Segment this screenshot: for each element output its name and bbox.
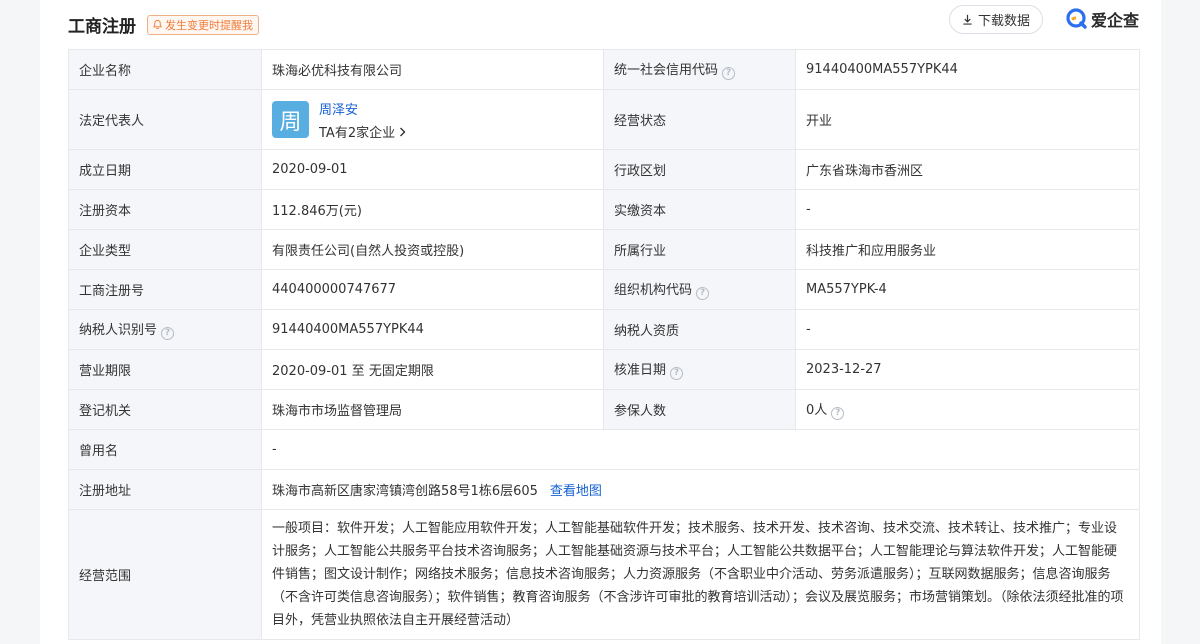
section-title: 工商注册 [68, 17, 136, 37]
table-row: 纳税人识别号? 91440400MA557YPK44 纳税人资质 - [68, 309, 1140, 350]
field-label: 行政区划 [603, 149, 796, 190]
table-row: 企业类型 有限责任公司(自然人投资或控股) 所属行业 科技推广和应用服务业 [68, 229, 1140, 270]
section-header: 工商注册 发生变更时提醒我 下载数据 爱企查 [68, 0, 1139, 49]
field-label: 经营状态 [603, 89, 796, 150]
legal-rep-companies-link[interactable]: TA有2家企业 [319, 122, 406, 141]
aiqicha-logo-icon [1066, 8, 1087, 29]
legal-rep-name-link[interactable]: 周泽安 [319, 99, 406, 118]
table-row: 登记机关 珠海市市场监督管理局 参保人数 0人? [68, 389, 1140, 430]
field-label: 核准日期? [603, 349, 796, 390]
field-label: 统一社会信用代码? [603, 49, 796, 90]
help-icon[interactable]: ? [696, 287, 710, 300]
authority-value: 珠海市市场监督管理局 [261, 389, 604, 430]
field-label: 登记机关 [68, 389, 262, 430]
table-row: 注册地址 珠海市高新区唐家湾镇湾创路58号1栋6层605 查看地图 [68, 469, 1140, 510]
field-label: 参保人数 [603, 389, 796, 430]
field-label: 组织机构代码? [603, 269, 796, 310]
help-icon[interactable]: ? [161, 327, 175, 340]
field-label: 实缴资本 [603, 189, 796, 230]
field-label: 营业期限 [68, 349, 262, 390]
taxpayer-qual-value: - [795, 309, 1140, 350]
approve-date-value: 2023-12-27 [795, 349, 1140, 390]
table-row: 成立日期 2020-09-01 行政区划 广东省珠海市香洲区 [68, 149, 1140, 190]
legal-rep-cell: 周 周泽安 TA有2家企业 [261, 89, 604, 150]
paid-capital-value: - [795, 189, 1140, 230]
field-label: 法定代表人 [68, 89, 262, 150]
field-label: 纳税人识别号? [68, 309, 262, 350]
change-reminder-button[interactable]: 发生变更时提醒我 [147, 14, 259, 35]
download-icon [963, 14, 972, 25]
field-label: 注册地址 [68, 469, 262, 510]
field-label: 曾用名 [68, 429, 262, 470]
avatar[interactable]: 周 [272, 101, 309, 138]
industry-value: 科技推广和应用服务业 [795, 229, 1140, 270]
table-row: 注册资本 112.846万(元) 实缴资本 - [68, 189, 1140, 230]
org-code-value: MA557YPK-4 [795, 269, 1140, 310]
field-label: 注册资本 [68, 189, 262, 230]
status-value: 开业 [795, 89, 1140, 150]
address-value: 珠海市高新区唐家湾镇湾创路58号1栋6层605 [272, 484, 538, 499]
field-label: 企业类型 [68, 229, 262, 270]
field-label: 企业名称 [68, 49, 262, 90]
table-row: 企业名称 珠海必优科技有限公司 统一社会信用代码? 91440400MA557Y… [68, 49, 1140, 90]
business-registration-panel: 工商注册 发生变更时提醒我 下载数据 爱企查 企业名称 珠海必优科技有限公司 统… [40, 0, 1161, 644]
table-row: 工商注册号 440400000747677 组织机构代码? MA557YPK-4 [68, 269, 1140, 310]
change-reminder-label: 发生变更时提醒我 [165, 18, 253, 32]
term-value: 2020-09-01 至 无固定期限 [261, 349, 604, 390]
bell-icon [153, 19, 162, 30]
business-scope-value: 一般项目：软件开发；人工智能应用软件开发；人工智能基础软件开发；技术服务、技术开… [261, 509, 1140, 640]
chevron-right-icon [400, 127, 406, 136]
credit-code-value: 91440400MA557YPK44 [795, 49, 1140, 90]
download-data-button[interactable]: 下载数据 [948, 5, 1043, 34]
reg-capital-value: 112.846万(元) [261, 189, 604, 230]
brand-logo: 爱企查 [1066, 7, 1139, 31]
brand-name: 爱企查 [1090, 11, 1139, 30]
help-icon[interactable]: ? [722, 67, 736, 80]
field-label: 经营范围 [68, 509, 262, 640]
company-type-value: 有限责任公司(自然人投资或控股) [261, 229, 604, 270]
field-label: 工商注册号 [68, 269, 262, 310]
insured-cell: 0人? [795, 389, 1140, 430]
table-row: 营业期限 2020-09-01 至 无固定期限 核准日期? 2023-12-27 [68, 349, 1140, 390]
region-value: 广东省珠海市香洲区 [795, 149, 1140, 190]
reg-no-value: 440400000747677 [261, 269, 604, 310]
founded-value: 2020-09-01 [261, 149, 604, 190]
address-cell: 珠海市高新区唐家湾镇湾创路58号1栋6层605 查看地图 [261, 469, 1140, 510]
field-label: 所属行业 [603, 229, 796, 270]
field-label: 纳税人资质 [603, 309, 796, 350]
table-row: 经营范围 一般项目：软件开发；人工智能应用软件开发；人工智能基础软件开发；技术服… [68, 509, 1140, 640]
registration-info-table: 企业名称 珠海必优科技有限公司 统一社会信用代码? 91440400MA557Y… [68, 49, 1140, 640]
view-map-link[interactable]: 查看地图 [550, 484, 602, 499]
table-row: 曾用名 - [68, 429, 1140, 470]
field-label: 成立日期 [68, 149, 262, 190]
help-icon[interactable]: ? [670, 367, 684, 380]
company-name-value: 珠海必优科技有限公司 [261, 49, 604, 90]
taxpayer-id-value: 91440400MA557YPK44 [261, 309, 604, 350]
table-row: 法定代表人 周 周泽安 TA有2家企业 经营状态 开业 [68, 89, 1140, 150]
download-data-label: 下载数据 [977, 14, 1030, 29]
former-name-value: - [261, 429, 1140, 470]
help-icon[interactable]: ? [831, 407, 845, 420]
